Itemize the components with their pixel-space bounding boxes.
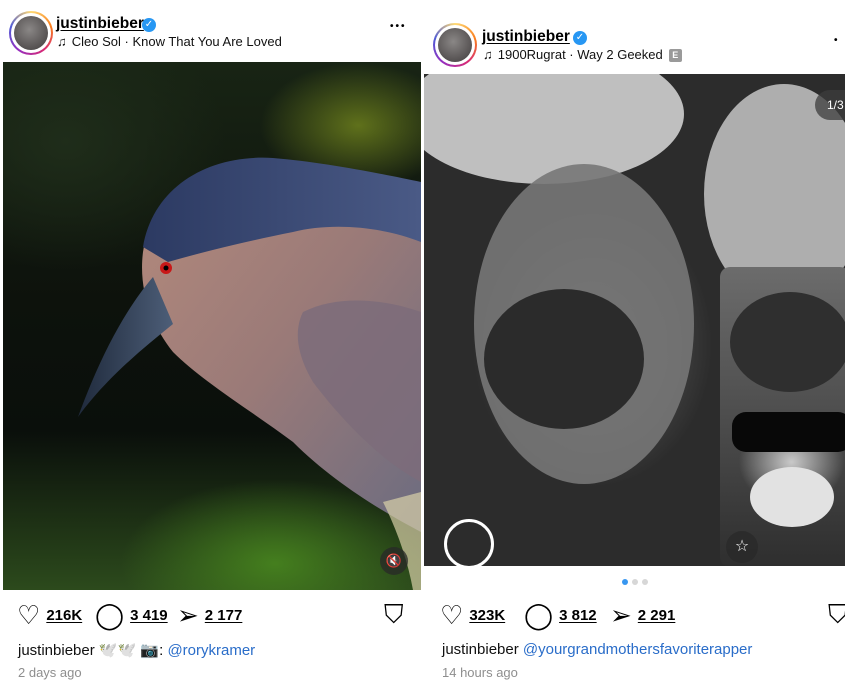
comment-button[interactable]: ◯ 3 419: [95, 598, 168, 632]
comment-bubble-icon: ◯: [95, 600, 125, 630]
verified-badge-icon: ✓: [142, 18, 156, 32]
comment-bubble-icon: ◯: [524, 600, 554, 630]
carousel-counter: 1/3: [815, 90, 845, 120]
more-options-button[interactable]: •: [834, 35, 839, 46]
like-button[interactable]: ♡ 323K: [440, 598, 505, 632]
caption-username[interactable]: justinbieber: [18, 642, 95, 659]
carousel-dots: [424, 579, 845, 585]
post-video[interactable]: 1/3 ☆: [424, 74, 845, 566]
post-caption: justinbieber 🕊️🕊️ 📷: @rorykramer: [18, 641, 255, 659]
post-header: justinbieber ✓ ♫ Cleo Sol · Know That You…: [0, 0, 424, 62]
paper-plane-icon: ➢: [610, 600, 632, 630]
music-track-label: 1900Rugrat · Way 2 Geeked: [497, 47, 663, 62]
music-note-icon: ♫: [483, 47, 493, 62]
post-header: justinbieber ✓ ♫ 1900Rugrat · Way 2 Geeke…: [424, 10, 845, 72]
post-card-1: justinbieber ✓ ♫ Cleo Sol · Know That You…: [0, 0, 424, 697]
action-bar: ♡ 323K ◯ 3 812 ➢ 2 291 ⛉: [424, 598, 845, 632]
comment-count[interactable]: 3 419: [130, 607, 168, 624]
carousel-dot-active[interactable]: [621, 579, 628, 585]
sunglasses-face-illustration: [730, 292, 845, 527]
music-info[interactable]: ♫ Cleo Sol · Know That You Are Loved: [57, 34, 282, 49]
share-count[interactable]: 2 291: [638, 607, 676, 624]
post-timestamp: 2 days ago: [18, 665, 82, 680]
username-link[interactable]: justinbieber: [482, 28, 570, 46]
bookmark-icon[interactable]: ⛉: [828, 601, 845, 627]
music-info[interactable]: ♫ 1900Rugrat · Way 2 Geeked E: [483, 47, 682, 62]
caption-mention-link[interactable]: @rorykramer: [167, 642, 255, 659]
post-timestamp: 14 hours ago: [442, 665, 518, 680]
avatar[interactable]: [9, 11, 53, 55]
share-button[interactable]: ➢ 2 177: [177, 598, 242, 632]
post-caption: justinbieber @yourgrandmothersfavoritera…: [442, 641, 752, 658]
carousel-dot[interactable]: [641, 579, 648, 585]
verified-badge-icon: ✓: [573, 31, 587, 45]
mute-button[interactable]: 🔇: [380, 547, 408, 575]
post-photo[interactable]: 🔇: [3, 62, 421, 590]
more-options-button[interactable]: •••: [390, 21, 407, 32]
heart-icon: ♡: [17, 600, 41, 630]
avatar[interactable]: [433, 23, 477, 67]
bookmark-icon[interactable]: ⛉: [384, 601, 404, 627]
paper-plane-icon: ➢: [177, 600, 199, 630]
shutter-button[interactable]: [444, 519, 494, 566]
share-button[interactable]: ➢ 2 291: [610, 598, 675, 632]
comment-count[interactable]: 3 812: [559, 607, 597, 624]
like-count[interactable]: 323K: [469, 607, 505, 624]
post-card-2: justinbieber ✓ ♫ 1900Rugrat · Way 2 Geeke…: [424, 0, 845, 697]
heron-illustration: [78, 157, 421, 590]
comment-button[interactable]: ◯ 3 812: [524, 598, 597, 632]
music-track-label: Cleo Sol · Know That You Are Loved: [71, 34, 282, 49]
carousel-dot[interactable]: [631, 579, 638, 585]
avatar-image: [14, 16, 48, 50]
username-link[interactable]: justinbieber: [56, 15, 144, 33]
heart-icon: ♡: [440, 600, 464, 630]
explicit-badge: E: [668, 49, 682, 62]
music-note-icon: ♫: [57, 34, 67, 49]
favorite-star-icon[interactable]: ☆: [726, 531, 758, 563]
caption-emojis: 🕊️🕊️ 📷:: [98, 642, 164, 659]
caption-mention-link[interactable]: @yourgrandmothersfavoriterapper: [523, 641, 753, 658]
action-bar: ♡ 216K ◯ 3 419 ➢ 2 177 ⛉: [0, 598, 424, 632]
like-count[interactable]: 216K: [46, 607, 82, 624]
avatar-image: [438, 28, 472, 62]
caption-username[interactable]: justinbieber: [442, 641, 519, 658]
picture-in-picture-video[interactable]: ☆: [720, 267, 845, 566]
like-button[interactable]: ♡ 216K: [17, 598, 82, 632]
share-count[interactable]: 2 177: [205, 607, 243, 624]
